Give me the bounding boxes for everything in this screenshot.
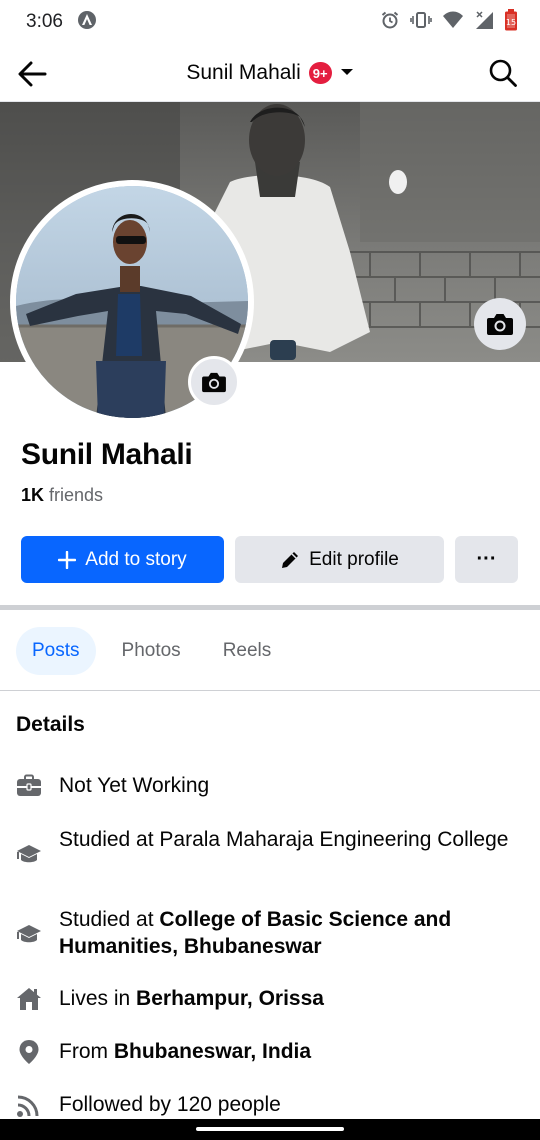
arrow-left-icon — [18, 61, 47, 87]
chevron-down-icon[interactable] — [340, 64, 354, 82]
battery-low-icon: 15 — [504, 8, 518, 36]
profile-header: Sunil Mahali 9+ — [0, 44, 540, 102]
cell-signal-icon — [474, 10, 494, 35]
add-to-story-button[interactable]: Add to story — [21, 536, 224, 583]
graduation-cap-icon — [16, 840, 42, 867]
briefcase-icon — [16, 772, 42, 799]
add-to-story-label: Add to story — [85, 548, 187, 570]
detail-education-1[interactable]: Studied at Parala Maharaja Engineering C… — [16, 826, 516, 867]
tab-posts[interactable]: Posts — [16, 627, 96, 675]
rss-followers-icon — [16, 1091, 42, 1118]
detail-from-text: From Bhubaneswar, India — [59, 1040, 312, 1063]
detail-lives-in-text: Lives in Berhampur, Orissa — [59, 987, 324, 1010]
friends-label: friends — [44, 485, 104, 505]
plus-icon — [58, 550, 77, 569]
search-icon — [489, 59, 517, 87]
profile-tabs: Posts Photos Reels — [16, 627, 287, 675]
detail-work-text: Not Yet Working — [59, 774, 210, 797]
tabs-divider — [0, 690, 540, 691]
cover-camera-button[interactable] — [474, 298, 526, 350]
edit-profile-label: Edit profile — [309, 548, 399, 570]
home-icon — [16, 985, 42, 1012]
camera-icon — [487, 314, 513, 335]
status-time: 3:06 — [26, 11, 63, 32]
profile-camera-button[interactable] — [188, 356, 240, 408]
notification-badge: 9+ — [308, 62, 332, 84]
header-title-group: Sunil Mahali 9+ — [0, 44, 540, 102]
search-button[interactable] — [488, 58, 520, 90]
detail-followers[interactable]: Followed by 120 people — [16, 1091, 516, 1118]
alarm-icon — [380, 10, 400, 35]
edit-profile-button[interactable]: Edit profile — [235, 536, 444, 583]
detail-from[interactable]: From Bhubaneswar, India — [16, 1038, 516, 1065]
system-nav-bar — [0, 1119, 540, 1140]
vibrate-icon — [410, 10, 432, 35]
detail-work[interactable]: Not Yet Working — [16, 772, 516, 799]
detail-lives-in[interactable]: Lives in Berhampur, Orissa — [16, 985, 516, 1012]
graduation-cap-icon — [16, 920, 42, 947]
tab-reels[interactable]: Reels — [207, 627, 288, 675]
location-pin-icon — [16, 1038, 42, 1065]
friends-count: 1K — [21, 485, 45, 505]
wifi-icon — [442, 10, 464, 35]
detail-education-1-text: Studied at Parala Maharaja Engineering C… — [59, 828, 509, 851]
friends-link[interactable]: 1K friends — [21, 485, 103, 506]
profile-name: Sunil Mahali — [21, 438, 193, 471]
detail-education-2-text: Studied at College of Basic Science and … — [59, 908, 452, 958]
section-divider — [0, 605, 540, 610]
detail-education-2[interactable]: Studied at College of Basic Science and … — [16, 906, 516, 960]
more-options-button[interactable]: ··· — [455, 536, 518, 583]
assistant-icon — [77, 10, 97, 35]
svg-text:15: 15 — [506, 18, 516, 27]
details-heading: Details — [16, 713, 85, 736]
status-bar: 3:06 15 — [0, 0, 540, 44]
tab-photos[interactable]: Photos — [106, 627, 197, 675]
back-button[interactable] — [16, 58, 48, 90]
pencil-icon — [282, 551, 299, 568]
ellipsis-icon: ··· — [476, 548, 497, 570]
camera-icon — [202, 372, 226, 393]
detail-followers-text: Followed by 120 people — [59, 1093, 281, 1116]
detail-lives-in-city[interactable]: Berhampur, Orissa — [136, 987, 324, 1010]
detail-from-city[interactable]: Bhubaneswar, India — [114, 1040, 311, 1063]
header-title[interactable]: Sunil Mahali — [186, 61, 300, 85]
home-indicator[interactable] — [196, 1127, 344, 1131]
